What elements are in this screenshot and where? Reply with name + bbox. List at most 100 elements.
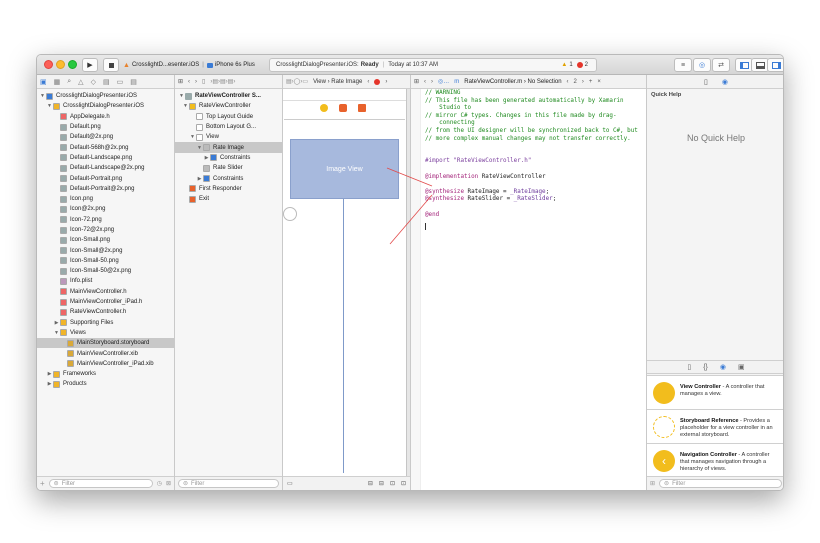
error-count[interactable]: 2 — [585, 62, 588, 68]
scm-filter-icon[interactable]: ⊠ — [166, 480, 171, 487]
grid-icon[interactable]: ⊞ — [178, 78, 183, 85]
file-icon[interactable]: ▯ — [202, 78, 205, 85]
disclosure-icon[interactable]: ▼ — [46, 103, 53, 109]
add-icon[interactable]: + — [40, 479, 45, 488]
minimize-window-button[interactable] — [56, 60, 65, 69]
editor-forward-icon[interactable]: › — [431, 79, 433, 85]
view-controller-scene[interactable]: Image View — [283, 89, 407, 476]
test-icon[interactable]: ◇ — [91, 78, 96, 86]
library-filter-input[interactable]: ⊜ Filter — [659, 479, 782, 488]
debug-icon[interactable]: ▤ — [103, 78, 110, 86]
stop-button[interactable] — [103, 58, 119, 72]
file-tree-row[interactable]: Icon@2x.png — [37, 204, 174, 214]
run-button[interactable]: ▶ — [82, 58, 98, 72]
slider-placeholder[interactable] — [283, 207, 297, 221]
file-tree-row[interactable]: ▶ Frameworks — [37, 369, 174, 379]
disclosure-icon[interactable]: ▼ — [182, 103, 189, 109]
editor-breadcrumb[interactable]: RateViewController.m › No Selection — [464, 79, 561, 85]
file-tree-row[interactable]: AppDelegate.h — [37, 112, 174, 122]
file-tree-row[interactable]: ▼ Views — [37, 328, 174, 338]
disclosure-icon[interactable]: ▶ — [203, 155, 210, 161]
scheme-selector[interactable]: ▲ CrosslightD...esenter.iOS | iPhone 6s … — [123, 58, 255, 72]
file-tree-row[interactable]: Icon.png — [37, 194, 174, 204]
assistant-editor-button[interactable]: ◎ — [693, 58, 711, 72]
folder-icon[interactable]: ▣ — [40, 78, 47, 86]
code-text[interactable]: // WARNING// This file has been generate… — [425, 90, 638, 219]
counterparts-prev-icon[interactable]: ‹ — [567, 79, 569, 85]
file-tree-row[interactable]: Info.plist — [37, 276, 174, 286]
forward-icon[interactable]: › — [195, 79, 197, 85]
pin-icon[interactable]: ⊡ — [390, 480, 395, 487]
outline-row[interactable]: First Responder — [175, 184, 282, 194]
back-icon[interactable]: ‹ — [188, 79, 190, 85]
canvas-prev-icon[interactable]: ‹ — [367, 79, 369, 85]
outline-row[interactable]: ▶ Constraints — [175, 153, 282, 163]
toggle-outline-icon[interactable]: ▭ — [287, 480, 293, 487]
close-window-button[interactable] — [44, 60, 53, 69]
file-tree-row[interactable]: RateViewController.h — [37, 307, 174, 317]
warning-icon[interactable]: ▲ — [561, 62, 567, 68]
file-tree-row[interactable]: ▼ CrosslightDialogPresenter.iOS — [37, 101, 174, 111]
close-editor-icon[interactable]: × — [597, 79, 601, 85]
code-snippet-icon[interactable]: {} — [703, 364, 708, 371]
outline-row[interactable]: ▼ RateViewController — [175, 101, 282, 111]
file-tree-row[interactable]: ▼ CrosslightDialogPresenter.iOS — [37, 91, 174, 101]
editor-grid-icon[interactable]: ⊞ — [414, 78, 419, 85]
file-tree-row[interactable]: MainViewController.h — [37, 287, 174, 297]
outline-scene-header[interactable]: ▼ RateViewController S... — [175, 91, 282, 101]
file-tree-row[interactable]: MainStoryboard.storyboard — [37, 338, 174, 349]
disclosure-icon[interactable]: ▼ — [53, 330, 60, 336]
library-item[interactable]: Storyboard Reference - Provides a placeh… — [647, 409, 783, 443]
issue-icon[interactable]: △ — [78, 78, 83, 86]
toggle-utilities-button[interactable] — [767, 58, 783, 72]
add-editor-icon[interactable]: + — [589, 79, 593, 85]
file-tree-row[interactable]: MainViewController_iPad.xib — [37, 359, 174, 369]
file-tree-row[interactable]: MainViewController_iPad.h — [37, 297, 174, 307]
symbol-icon[interactable]: ▦ — [54, 78, 61, 86]
view-controller-dock-icon[interactable] — [320, 104, 328, 112]
canvas-error-icon[interactable] — [374, 78, 381, 85]
disclosure-icon[interactable]: ▶ — [46, 381, 53, 387]
standard-editor-button[interactable]: ≡ — [674, 58, 692, 72]
canvas-breadcrumb-icons[interactable]: ▤›◯›▭ — [286, 78, 308, 85]
file-tree-row[interactable]: ▶ Supporting Files — [37, 318, 174, 328]
file-tree-row[interactable]: Icon-Small-50@2x.png — [37, 266, 174, 276]
outline-row[interactable]: Bottom Layout G... — [175, 122, 282, 132]
outline-row[interactable]: Rate Slider — [175, 163, 282, 173]
disclosure-icon[interactable]: ▶ — [196, 176, 203, 182]
outline-row[interactable]: Top Layout Guide — [175, 112, 282, 122]
stack-icon[interactable]: ⊟ — [368, 480, 373, 487]
library-item[interactable]: View Controller - A controller that mana… — [647, 375, 783, 409]
file-tree-row[interactable]: Icon-72@2x.png — [37, 225, 174, 235]
editor-back-icon[interactable]: ‹ — [424, 79, 426, 85]
recent-files-icon[interactable]: ◷ — [157, 480, 162, 487]
file-tree-row[interactable]: Icon-Small-50.png — [37, 256, 174, 266]
file-template-icon[interactable]: ▯ — [687, 363, 691, 371]
object-library-icon[interactable]: ◉ — [720, 363, 726, 371]
media-library-icon[interactable]: ▣ — [738, 363, 745, 371]
canvas-breadcrumb[interactable]: View › Rate Image — [313, 79, 362, 85]
related-items-icon[interactable]: ◎… — [438, 78, 449, 85]
outline-filter-input[interactable]: ⊜ Filter — [178, 479, 279, 488]
image-view[interactable]: Image View — [290, 139, 399, 199]
version-editor-button[interactable]: ⇄ — [712, 58, 730, 72]
library-item[interactable]: ‹ Navigation Controller - A controller th… — [647, 443, 783, 477]
outline-row[interactable]: Exit — [175, 194, 282, 204]
disclosure-icon[interactable]: ▶ — [46, 371, 53, 377]
zoom-window-button[interactable] — [68, 60, 77, 69]
exit-dock-icon[interactable] — [358, 104, 366, 112]
file-tree-row[interactable]: Default-Portrait@2x.png — [37, 184, 174, 194]
error-icon[interactable] — [576, 62, 583, 68]
outline-row[interactable]: ▶ Constraints — [175, 173, 282, 183]
file-tree-row[interactable]: Default-Landscape@2x.png — [37, 163, 174, 173]
first-responder-dock-icon[interactable] — [339, 104, 347, 112]
disclosure-icon[interactable]: ▶ — [53, 320, 60, 326]
file-tree-row[interactable]: Default-Landscape.png — [37, 153, 174, 163]
file-inspector-icon[interactable]: ▯ — [704, 78, 708, 86]
align-icon[interactable]: ⊟ — [379, 480, 384, 487]
navigator-filter-input[interactable]: ⊜ Filter — [48, 479, 153, 488]
outline-row[interactable]: ▼ View — [175, 132, 282, 142]
disclosure-icon[interactable]: ▼ — [189, 134, 196, 140]
file-tree-row[interactable]: MainViewController.xib — [37, 348, 174, 358]
file-tree-row[interactable]: Icon-Small@2x.png — [37, 245, 174, 255]
